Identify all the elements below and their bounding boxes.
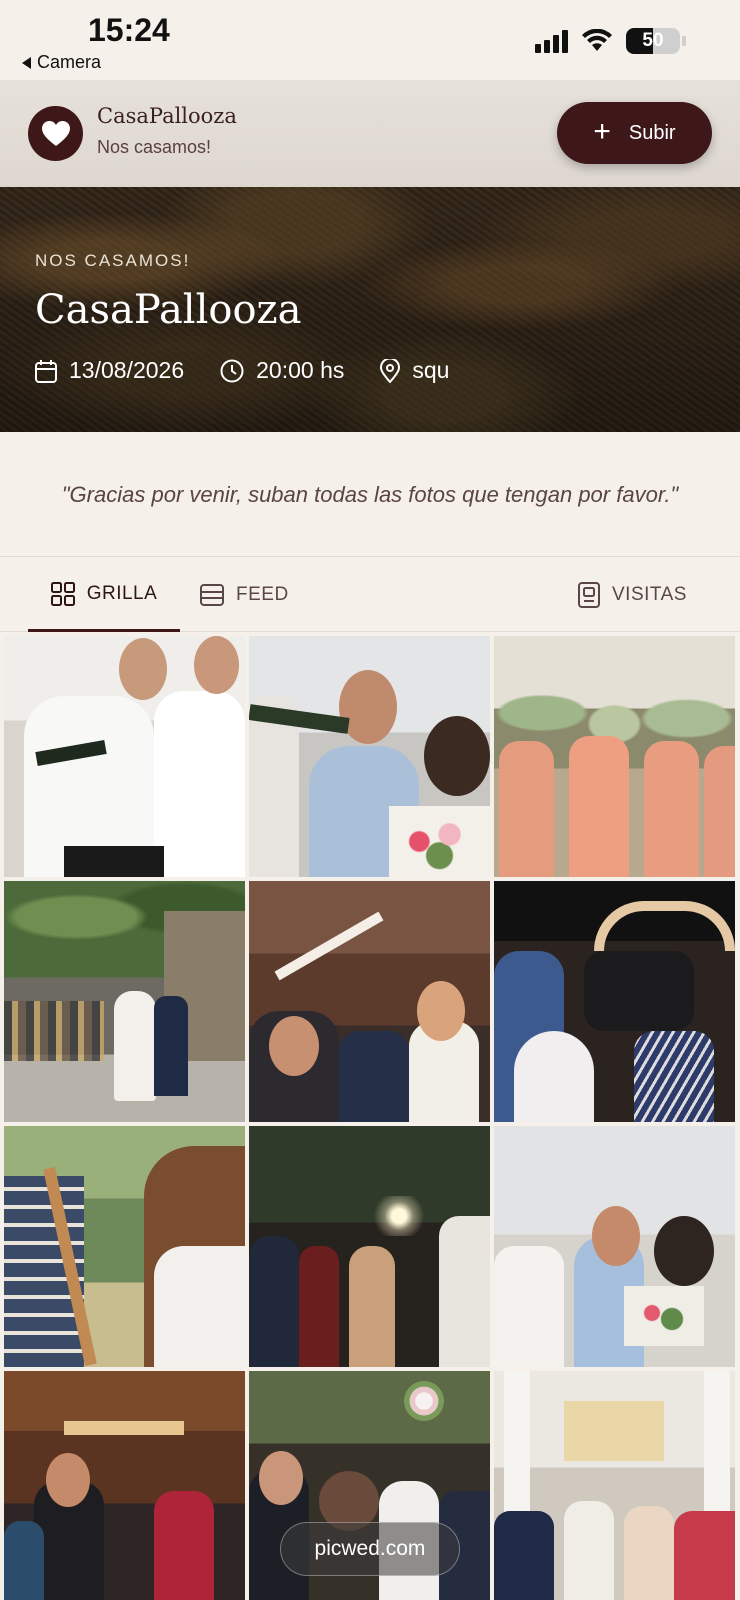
grid-icon [50,581,75,606]
photo-thumbnail[interactable] [4,1126,245,1367]
photo-thumbnail[interactable] [4,881,245,1122]
status-icons: 50 [535,28,686,54]
hero-kicker: NOS CASAMOS! [35,251,191,270]
status-bar: 15:24 Camera 50 [0,0,740,80]
cellular-signal-icon [535,29,568,53]
event-location-text: squ [412,357,450,383]
heart-icon [41,120,70,146]
event-time-text: 20:00 hs [256,357,345,383]
event-location: squ [380,357,449,384]
feed-icon [200,584,224,606]
event-time: 20:00 hs [220,357,344,384]
brand-name: CasaPallooza [97,104,237,128]
event-meta: 13/08/2026 20:00 hs squ [35,357,485,384]
brand-subtitle: Nos casamos! [97,137,212,157]
photo-thumbnail[interactable] [4,636,245,877]
tab-grilla-label: GRILLA [86,582,158,604]
calendar-icon [35,359,57,383]
photo-thumbnail[interactable] [494,636,735,877]
guestbook-icon [578,582,600,608]
tab-feed[interactable]: FEED [200,558,289,632]
clock-icon [220,359,244,382]
battery-level: 50 [642,30,664,51]
back-arrow-icon [22,56,31,69]
event-date: 13/08/2026 [35,357,184,384]
view-tabs: GRILLA FEED VISITAS [0,558,740,632]
welcome-quote: "Gracias por venir, suban todas las foto… [0,432,740,557]
photo-thumbnail[interactable] [494,1126,735,1367]
photo-grid [0,632,740,1600]
battery-indicator: 50 [626,28,680,54]
back-to-camera[interactable]: Camera [22,52,101,73]
wifi-icon [582,29,612,51]
photo-thumbnail[interactable] [249,636,490,877]
brand-logo[interactable] [28,106,83,161]
event-date-text: 13/08/2026 [69,357,185,383]
tab-grilla[interactable]: GRILLA [28,558,180,632]
location-pin-icon [380,358,401,383]
back-label: Camera [37,52,102,72]
photo-thumbnail[interactable] [249,881,490,1122]
app-header: CasaPallooza Nos casamos! + Subir [0,80,740,187]
photo-thumbnail[interactable] [494,881,735,1122]
photo-thumbnail[interactable] [249,1126,490,1367]
photo-thumbnail[interactable] [494,1371,735,1600]
photo-thumbnail[interactable] [4,1371,245,1600]
event-title: CasaPallooza [35,287,302,333]
tab-visitas-label: VISITAS [612,584,687,605]
hero-banner: NOS CASAMOS! CasaPallooza 13/08/2026 20:… [0,187,740,432]
status-time: 15:24 [88,12,170,48]
upload-label: Subir [628,121,676,144]
picwed-watermark[interactable]: picwed.com [280,1522,460,1576]
tab-feed-label: FEED [236,584,289,605]
tab-visitas[interactable]: VISITAS [578,558,687,632]
upload-button[interactable]: + Subir [557,102,712,164]
plus-icon: + [593,114,611,148]
